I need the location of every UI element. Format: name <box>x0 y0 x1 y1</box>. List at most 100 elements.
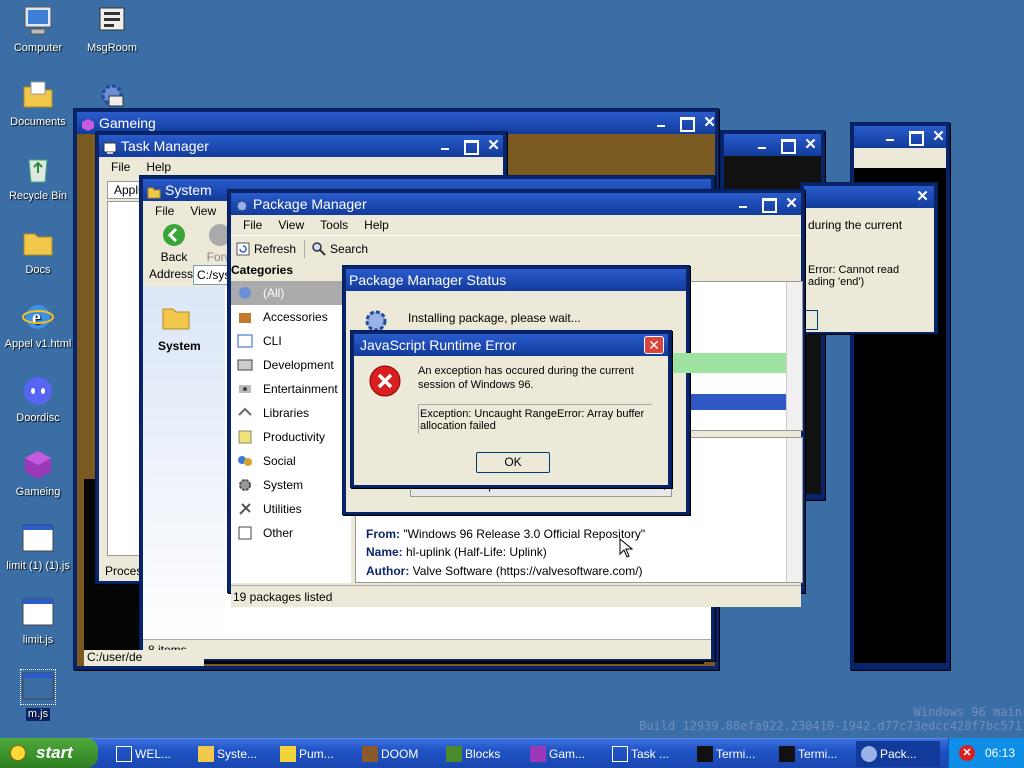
desktop-icon-gameing[interactable]: Gameing <box>2 448 74 499</box>
menu-file[interactable]: File <box>103 160 138 174</box>
status-bar: 19 packages listed <box>231 585 801 607</box>
desktop-icon-limit[interactable]: limit.js <box>2 596 74 647</box>
desktop-icon-m-js[interactable]: m.js <box>2 669 74 721</box>
category-label: System <box>263 478 304 492</box>
maximize-button[interactable] <box>778 137 796 154</box>
taskbar-item-terminal-2[interactable]: Termi... <box>774 741 854 767</box>
start-button[interactable]: start <box>0 738 98 768</box>
desktop-icon-appel[interactable]: e Appel v1.html <box>2 300 74 351</box>
cli-icon <box>237 334 253 348</box>
taskbar-item-task-manager[interactable]: Task ... <box>607 741 687 767</box>
category-development[interactable]: Development <box>231 353 351 377</box>
menu-help[interactable]: Help <box>356 218 397 232</box>
menu-file[interactable]: File <box>147 204 182 218</box>
error-icon <box>369 365 401 397</box>
menu-view[interactable]: View <box>270 218 312 232</box>
minimize-button[interactable] <box>653 115 670 130</box>
category-label: Other <box>263 526 294 540</box>
taskbar-item-doom[interactable]: DOOM <box>357 741 437 767</box>
titlebar[interactable]: Package Manager Status <box>346 269 686 291</box>
maximize-button[interactable] <box>677 115 695 132</box>
category-system[interactable]: System <box>231 473 351 497</box>
desktop-icon-msgroom[interactable]: MsgRoom <box>76 4 148 55</box>
category-utilities[interactable]: Utilities <box>231 497 351 521</box>
dialog-body: during the current Error: Cannot read ad… <box>804 208 934 332</box>
category-label: Accessories <box>263 310 328 324</box>
desktop-icon-label: Recycle Bin <box>8 190 68 202</box>
dialog-javascript-runtime-error[interactable]: JavaScript Runtime Error ✕ An exception … <box>350 330 672 488</box>
titlebar[interactable]: Package Manager ✕ <box>231 193 801 215</box>
maximize-button[interactable] <box>461 138 479 155</box>
minimize-button[interactable] <box>882 129 899 144</box>
taskbar-item-welcome[interactable]: WEL... <box>111 741 191 767</box>
search-button[interactable]: Search <box>311 241 368 257</box>
menu-view[interactable]: View <box>182 204 224 218</box>
close-button[interactable]: ✕ <box>802 137 819 152</box>
libraries-icon <box>238 407 252 416</box>
close-button[interactable]: ✕ <box>930 129 946 144</box>
titlebar[interactable]: ✕ <box>724 134 821 156</box>
desktop-icon-limit-1-1[interactable]: limit (1) (1).js <box>2 522 74 573</box>
titlebar[interactable]: ✕ <box>804 186 934 208</box>
category-accessories[interactable]: Accessories <box>231 305 351 329</box>
refresh-icon <box>236 242 250 255</box>
menu-help[interactable]: Help <box>138 160 179 174</box>
mouse-cursor <box>619 538 633 558</box>
category-libraries[interactable]: Libraries <box>231 401 351 425</box>
refresh-label: Refresh <box>254 241 297 256</box>
taskbar-item-blocks[interactable]: Blocks <box>441 741 521 767</box>
desktop-icon-recycle-bin[interactable]: Recycle Bin <box>2 152 74 203</box>
clock[interactable]: 06:13 <box>985 746 1015 760</box>
close-button[interactable]: ✕ <box>701 115 715 130</box>
background-error-dialog[interactable]: ✕ during the current Error: Cannot read … <box>800 182 938 334</box>
author-label: Author: <box>366 564 410 578</box>
build-watermark: Windows 96 main Build 12939.88efa922.230… <box>639 705 1022 733</box>
category-entertainment[interactable]: Entertainment <box>231 377 351 401</box>
taskbar-item-terminal-1[interactable]: Termi... <box>692 741 772 767</box>
minimize-button[interactable] <box>754 137 771 152</box>
refresh-button[interactable]: Refresh <box>235 241 296 257</box>
minimize-button[interactable] <box>437 138 454 153</box>
category-social[interactable]: Social <box>231 449 351 473</box>
details-scrollbar[interactable] <box>786 438 802 582</box>
menu-tools[interactable]: Tools <box>312 218 356 232</box>
desktop-icon-label: Docs <box>25 264 51 276</box>
category-label: Development <box>263 358 334 372</box>
desktop-icon-docs[interactable]: Docs <box>2 226 74 277</box>
back-button[interactable]: Back <box>157 223 191 264</box>
accessories-icon <box>239 313 251 323</box>
close-button[interactable]: ✕ <box>485 138 502 153</box>
window-title: Package Manager Status <box>349 272 507 288</box>
taskbar-item-pumpkin[interactable]: Pum... <box>275 741 355 767</box>
taskbar-item-system[interactable]: Syste... <box>193 741 273 767</box>
close-button[interactable]: ✕ <box>914 189 931 204</box>
category-productivity[interactable]: Productivity <box>231 425 351 449</box>
taskbar-item-label: Gam... <box>549 747 586 761</box>
desktop-icon-computer[interactable]: Computer <box>2 4 74 55</box>
error-tray-icon[interactable]: ✕ <box>959 745 975 761</box>
taskbar-item-package-manager[interactable]: Pack... <box>856 741 940 767</box>
category-all[interactable]: (All) <box>231 281 351 305</box>
list-scrollbar[interactable] <box>786 282 802 430</box>
close-button[interactable]: ✕ <box>783 196 800 211</box>
category-cli[interactable]: CLI <box>231 329 351 353</box>
error-detail: Exception: Uncaught RangeError: Array bu… <box>418 404 652 434</box>
taskbar-item-gameing[interactable]: Gam... <box>525 741 605 767</box>
social-icon <box>238 456 252 466</box>
desktop-icon-label: m.js <box>25 708 51 721</box>
menu-file[interactable]: File <box>235 218 270 232</box>
close-button[interactable]: ✕ <box>644 336 664 354</box>
minimize-button[interactable] <box>735 196 752 211</box>
ok-button-partial[interactable] <box>804 310 818 330</box>
maximize-button[interactable] <box>906 129 924 146</box>
desktop-icon-doordisc[interactable]: Doordisc <box>2 374 74 425</box>
folder-icon <box>147 183 161 199</box>
maximize-button[interactable] <box>759 196 777 213</box>
titlebar[interactable]: ✕ <box>854 126 946 148</box>
titlebar[interactable]: JavaScript Runtime Error ✕ <box>354 334 668 356</box>
documents-folder-icon <box>21 78 55 112</box>
ok-button[interactable]: OK <box>476 452 550 473</box>
desktop-icon-documents[interactable]: Documents <box>2 78 74 129</box>
titlebar[interactable]: Task Manager ✕ <box>99 135 503 157</box>
category-other[interactable]: Other <box>231 521 351 545</box>
